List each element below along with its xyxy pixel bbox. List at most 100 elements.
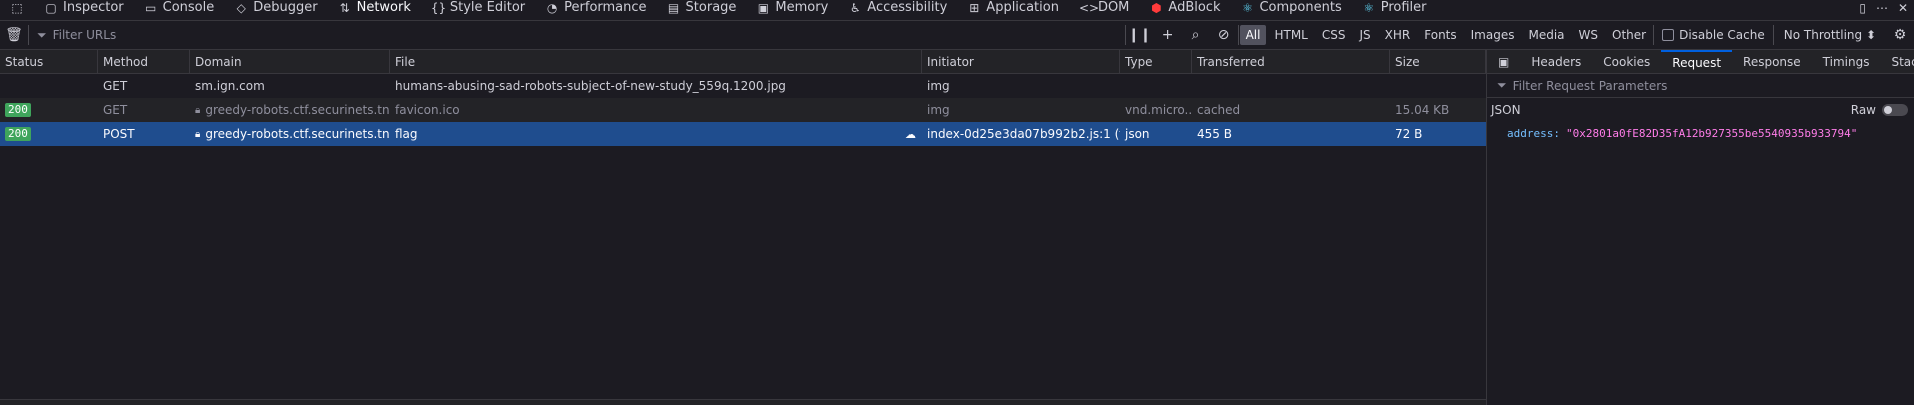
request-blocking-button[interactable]: + (1154, 21, 1182, 49)
column-header-method[interactable]: Method (98, 50, 190, 74)
network-icon: ⇅ (339, 0, 350, 15)
tab-performance[interactable]: ◔ Performance (535, 0, 656, 15)
type-filter-js[interactable]: JS (1354, 25, 1377, 45)
throttling-select[interactable]: No Throttling ⬍ (1774, 28, 1886, 42)
cell-method: GET (103, 79, 128, 93)
tab-profiler[interactable]: ⚛ Profiler (1352, 0, 1437, 15)
tab-headers[interactable]: Headers (1520, 50, 1592, 74)
tab-label: Memory (775, 0, 829, 15)
tab-inspector[interactable]: ▢ Inspector (34, 0, 134, 15)
filter-request-params-input[interactable]: ⏷ Filter Request Parameters (1487, 74, 1914, 98)
tab-console[interactable]: ▭ Console (134, 0, 225, 15)
tab-timings[interactable]: Timings (1812, 50, 1881, 74)
type-filter-other[interactable]: Other (1606, 25, 1652, 45)
cell-type (1120, 74, 1192, 98)
toggle-switch[interactable] (1882, 104, 1908, 116)
tab-label: Inspector (63, 0, 124, 15)
type-filter-media[interactable]: Media (1522, 25, 1570, 45)
tab-components[interactable]: ⚛ Components (1230, 0, 1351, 15)
cell-domain: sm.ign.com (195, 79, 265, 93)
tab-memory[interactable]: ▣ Memory (746, 0, 838, 15)
performance-icon: ◔ (546, 0, 558, 15)
style-editor-icon: {} (430, 0, 447, 15)
table-row[interactable]: 200 GET 🔒︎ greedy-robots.ctf.securinets.t… (0, 98, 1486, 122)
tab-accessibility[interactable]: ♿ Accessibility (838, 0, 957, 15)
close-icon[interactable]: ✕ (1898, 1, 1908, 15)
tab-style-editor[interactable]: {} Style Editor (421, 0, 535, 15)
cell-type: json (1125, 127, 1150, 141)
settings-button[interactable]: ⚙ (1886, 21, 1914, 49)
type-filter-css[interactable]: CSS (1316, 25, 1352, 45)
tab-adblock[interactable]: ⬢ AdBlock (1139, 0, 1230, 15)
tab-cookies[interactable]: Cookies (1592, 50, 1661, 74)
tab-stack[interactable]: Stack (1880, 50, 1914, 74)
tab-dom[interactable]: <> DOM (1069, 0, 1139, 15)
json-label: JSON (1491, 103, 1521, 117)
more-options-icon[interactable]: ⋯ (1876, 1, 1888, 15)
tab-label: AdBlock (1168, 0, 1221, 15)
table-row[interactable]: 200 POST 🔒︎ greedy-robots.ctf.securinets.… (0, 122, 1486, 146)
column-header-initiator[interactable]: Initiator (922, 50, 1120, 74)
cell-file: humans-abusing-sad-robots-subject-of-new… (395, 79, 786, 93)
search-button[interactable]: ⌕ (1182, 21, 1210, 49)
column-header-domain[interactable]: Domain (190, 50, 390, 74)
cell-initiator[interactable]: index-0d25e3da07b992b2.js:1 (fet... (922, 122, 1120, 146)
trash-icon: 🗑 (5, 27, 23, 43)
tab-label: Profiler (1380, 0, 1427, 15)
type-filter-all[interactable]: All (1239, 25, 1267, 45)
column-header-status[interactable]: Status (0, 50, 98, 74)
network-filterbar: 🗑 ⏷ Filter URLs ❙❙ + ⌕ ⊘ All HTML CSS JS… (0, 20, 1914, 50)
status-badge: 200 (5, 127, 31, 141)
cell-status: 200 (0, 98, 98, 122)
filter-icon: ⏷ (37, 27, 47, 42)
toggle-sidebar-button[interactable]: ▣ (1487, 50, 1520, 74)
block-button[interactable]: ⊘ (1210, 21, 1238, 49)
filter-placeholder: Filter Request Parameters (1512, 78, 1668, 93)
filter-urls-input[interactable]: ⏷ Filter URLs (29, 21, 1125, 49)
column-header-type[interactable]: Type (1120, 50, 1192, 74)
type-filter-xhr[interactable]: XHR (1379, 25, 1417, 45)
tab-response[interactable]: Response (1732, 50, 1812, 74)
plus-icon: + (1161, 27, 1174, 43)
cell-initiator: img (927, 79, 950, 93)
cell-type: vnd.micro... (1125, 103, 1192, 117)
filter-icon: ⏷ (1497, 78, 1507, 92)
json-section-header: JSON Raw (1487, 98, 1914, 122)
tab-request[interactable]: Request (1661, 49, 1733, 74)
type-filter-images[interactable]: Images (1465, 25, 1521, 45)
type-filter-ws[interactable]: WS (1573, 25, 1604, 45)
type-filter-fonts[interactable]: Fonts (1418, 25, 1462, 45)
cell-size: 15.04 KB (1395, 103, 1450, 117)
tab-label: Debugger (253, 0, 318, 15)
pick-element-button[interactable]: ⬚ (0, 0, 34, 15)
tab-network[interactable]: ⇅ Network (328, 0, 421, 15)
disable-cache-label: Disable Cache (1679, 28, 1765, 42)
clear-button[interactable]: 🗑 (0, 21, 28, 49)
raw-toggle[interactable]: Raw (1851, 103, 1908, 117)
cell-initiator: img (927, 103, 950, 117)
cell-size (1390, 74, 1486, 98)
column-header-transferred[interactable]: Transferred (1192, 50, 1390, 74)
table-row[interactable]: GET sm.ign.com humans-abusing-sad-robots… (0, 74, 1486, 98)
json-property[interactable]: address: "0x2801a0fE82D35fA12b927355be55… (1487, 122, 1914, 144)
disable-cache-checkbox[interactable]: Disable Cache (1654, 28, 1773, 42)
tab-debugger[interactable]: ◇ Debugger (224, 0, 327, 15)
pause-button[interactable]: ❙❙ (1126, 21, 1154, 49)
tab-application[interactable]: ⊞ Application (957, 0, 1069, 15)
search-icon: ⌕ (1191, 27, 1200, 43)
cell-domain: 🔒︎ greedy-robots.ctf.securinets.tn (190, 122, 390, 146)
column-header-file[interactable]: File (390, 50, 922, 74)
block-icon: ⊘ (1217, 27, 1230, 43)
devtools-toolbar: ⬚ ▢ Inspector ▭ Console ◇ Debugger ⇅ Network… (0, 0, 1914, 15)
request-details-panel: ▣ Headers Cookies Request Response Timin… (1486, 49, 1914, 405)
cell-method: POST (103, 127, 135, 141)
storage-icon: ▤ (667, 0, 680, 15)
dock-icon[interactable]: ▯ (1859, 1, 1866, 15)
json-key: address: (1507, 126, 1560, 140)
tab-storage[interactable]: ▤ Storage (657, 0, 747, 15)
cell-status: 200 (0, 122, 98, 146)
type-filter-html[interactable]: HTML (1268, 25, 1313, 45)
cell-status (0, 74, 98, 98)
divider (1237, 25, 1239, 45)
column-header-size[interactable]: Size (1390, 50, 1486, 74)
